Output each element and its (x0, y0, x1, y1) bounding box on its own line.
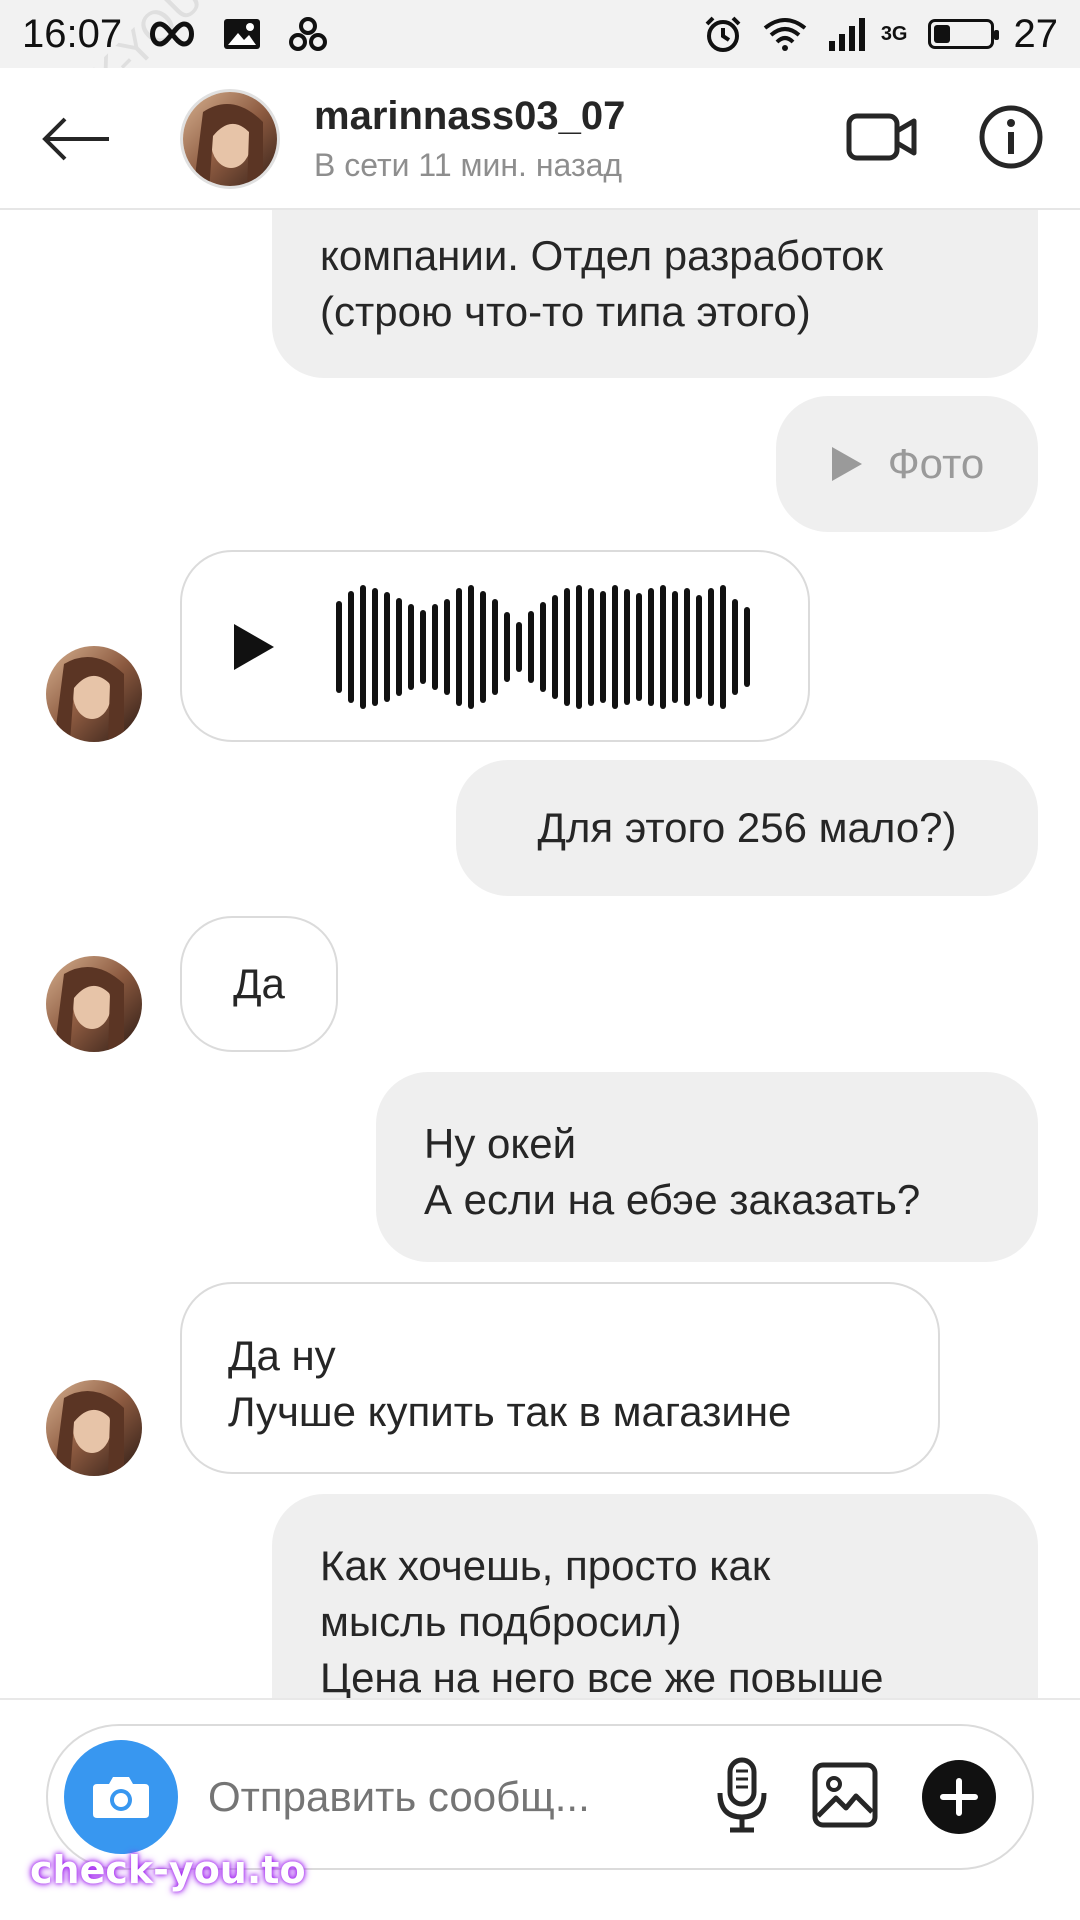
message-text-line: мысль подбросил) (320, 1598, 682, 1645)
waveform-bar (528, 611, 534, 683)
battery-percent: 27 (1013, 11, 1059, 56)
waveform-bar (444, 599, 450, 695)
waveform-bar (372, 588, 378, 706)
info-icon (979, 105, 1043, 168)
play-icon (831, 447, 862, 481)
message-outgoing[interactable]: Для этого 256 мало?) (456, 760, 1038, 896)
waveform-bar (672, 591, 678, 703)
waveform-bar (648, 588, 654, 706)
waveform-bar (600, 591, 606, 703)
brand-watermark: check-you.to (30, 1848, 306, 1892)
voice-record-button[interactable] (716, 1757, 768, 1838)
header-username[interactable]: marinnass03_07 (314, 94, 625, 139)
message-text-line: А если на ебэе заказать? (424, 1176, 921, 1223)
waveform-bar (396, 598, 402, 696)
header-overlay: marinnass03_07 В сети 11 мин. назад (0, 68, 1080, 210)
waveform-bar (564, 588, 570, 706)
image-notification-icon (222, 17, 262, 51)
waveform-bar (420, 610, 426, 684)
network-type: 3G (880, 22, 908, 45)
waveform-bar (408, 604, 414, 690)
waveform-bar (360, 585, 366, 709)
message-incoming[interactable]: Да (180, 916, 338, 1052)
waveform-bar (744, 607, 750, 687)
waveform-bar (384, 592, 390, 702)
message-text: Для этого 256 мало?) (537, 804, 957, 851)
waveform-bar (516, 622, 522, 672)
waveform-bar (456, 588, 462, 706)
microphone-icon (717, 1757, 767, 1832)
waveform-bar (348, 591, 354, 703)
message-text: Да (233, 960, 285, 1007)
camera-icon (93, 1777, 149, 1818)
waveform-bar (708, 588, 714, 706)
message-input[interactable] (208, 1773, 648, 1821)
waveform-bar (552, 595, 558, 699)
video-camera-icon (846, 113, 917, 160)
photo-message[interactable]: Фото (776, 396, 1038, 532)
waveform-bar (468, 585, 474, 709)
battery-icon (927, 19, 999, 49)
message-text-line: Ну окей (424, 1120, 577, 1167)
waveform-bar (336, 601, 342, 693)
info-button[interactable] (978, 104, 1044, 175)
waveform-bar (732, 599, 738, 695)
message-text-line: Как хочешь, просто как (320, 1542, 771, 1589)
waveform-bar (588, 588, 594, 706)
sender-avatar[interactable] (46, 1380, 142, 1476)
infinity-icon (148, 20, 196, 48)
alarm-icon (703, 14, 743, 54)
status-bar: 16:07 3G 27 (0, 0, 1080, 68)
wifi-icon (763, 16, 807, 52)
waveform-bar (684, 588, 690, 706)
message-text-line: (строю что-то типа этого) (320, 288, 811, 335)
waveform-bar (492, 599, 498, 695)
voice-play-button[interactable] (232, 622, 276, 686)
signal-icon (827, 17, 867, 51)
message-text-line: Лучше купить так в магазине (228, 1388, 792, 1435)
message-outgoing[interactable]: Ну окей А если на ебэе заказать? (376, 1072, 1038, 1262)
waveform-bar (660, 585, 666, 709)
waveform-bar (480, 591, 486, 703)
back-button[interactable] (30, 94, 120, 184)
waveform-bar (576, 585, 582, 709)
sender-avatar[interactable] (46, 956, 142, 1052)
photo-label: Фото (887, 440, 985, 487)
fan-icon (288, 16, 328, 52)
waveform-bar (696, 595, 702, 699)
message-incoming[interactable]: Да ну Лучше купить так в магазине (180, 1282, 940, 1474)
composer-divider (0, 1698, 1080, 1700)
header-avatar[interactable] (180, 89, 280, 189)
gallery-button[interactable] (812, 1762, 878, 1833)
plus-icon (940, 1778, 978, 1816)
message-text-line: Да ну (228, 1332, 336, 1379)
sender-avatar[interactable] (46, 646, 142, 742)
waveform-bar (720, 585, 726, 709)
waveform-bar (612, 585, 618, 709)
waveform-bar (624, 589, 630, 705)
message-text-line: компании. Отдел разработок (320, 232, 884, 279)
play-icon (234, 624, 274, 670)
waveform-bar (504, 612, 510, 682)
header-status: В сети 11 мин. назад (314, 147, 623, 183)
voice-waveform (336, 582, 750, 712)
image-icon (812, 1762, 878, 1827)
arrow-left-icon (42, 117, 109, 161)
more-actions-button[interactable] (922, 1760, 996, 1834)
camera-button[interactable] (64, 1740, 178, 1854)
video-call-button[interactable] (846, 111, 918, 168)
waveform-bar (432, 604, 438, 690)
status-time: 16:07 (22, 11, 123, 56)
waveform-bar (636, 593, 642, 701)
waveform-bar (540, 602, 546, 692)
